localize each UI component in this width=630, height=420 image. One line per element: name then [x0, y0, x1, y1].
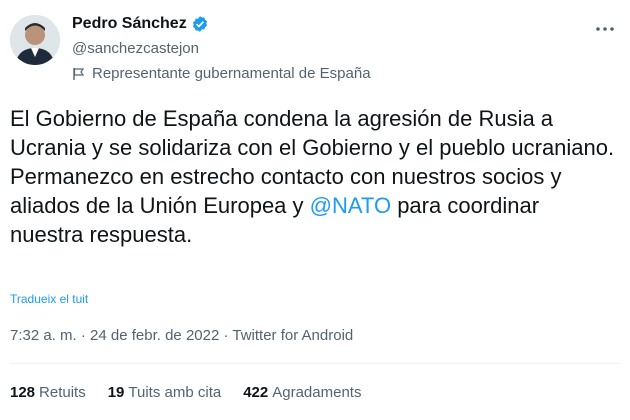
translate-tweet-link[interactable]: Tradueix el tuit — [10, 292, 88, 306]
tweet-metadata[interactable]: 7:32 a. m. · 24 de febr. de 2022 · Twitt… — [10, 327, 353, 344]
government-label-text: Representante gubernamental de España — [92, 65, 371, 82]
retweets-stat[interactable]: 128 Retuits — [10, 384, 86, 401]
author-name[interactable]: Pedro Sánchez — [72, 15, 187, 33]
tweet-text: El Gobierno de España condena la agresió… — [10, 104, 615, 249]
avatar-image — [10, 15, 60, 65]
quotes-count: 19 — [107, 384, 125, 401]
author-handle[interactable]: @sanchezcastejon — [72, 40, 199, 57]
verified-badge-icon — [192, 16, 207, 32]
likes-count: 422 — [243, 384, 269, 401]
government-label[interactable]: Representante gubernamental de España — [72, 65, 371, 82]
quotes-label: Tuits amb cita — [128, 384, 222, 401]
quotes-stat[interactable]: 19 Tuits amb cita — [108, 384, 222, 401]
more-icon — [596, 27, 614, 31]
mention-link[interactable]: @NATO — [310, 193, 391, 218]
likes-label: Agradaments — [272, 384, 362, 401]
more-options-button[interactable] — [594, 18, 616, 40]
divider — [10, 363, 620, 364]
flag-icon — [73, 67, 85, 80]
likes-stat[interactable]: 422 Agradaments — [243, 384, 361, 401]
retweets-count: 128 — [10, 384, 36, 401]
retweets-label: Retuits — [39, 384, 86, 401]
avatar[interactable] — [10, 15, 60, 65]
engagement-stats: 128 Retuits 19 Tuits amb cita 422 Agradamen… — [10, 384, 361, 401]
author-name-row[interactable]: Pedro Sánchez — [72, 15, 209, 33]
